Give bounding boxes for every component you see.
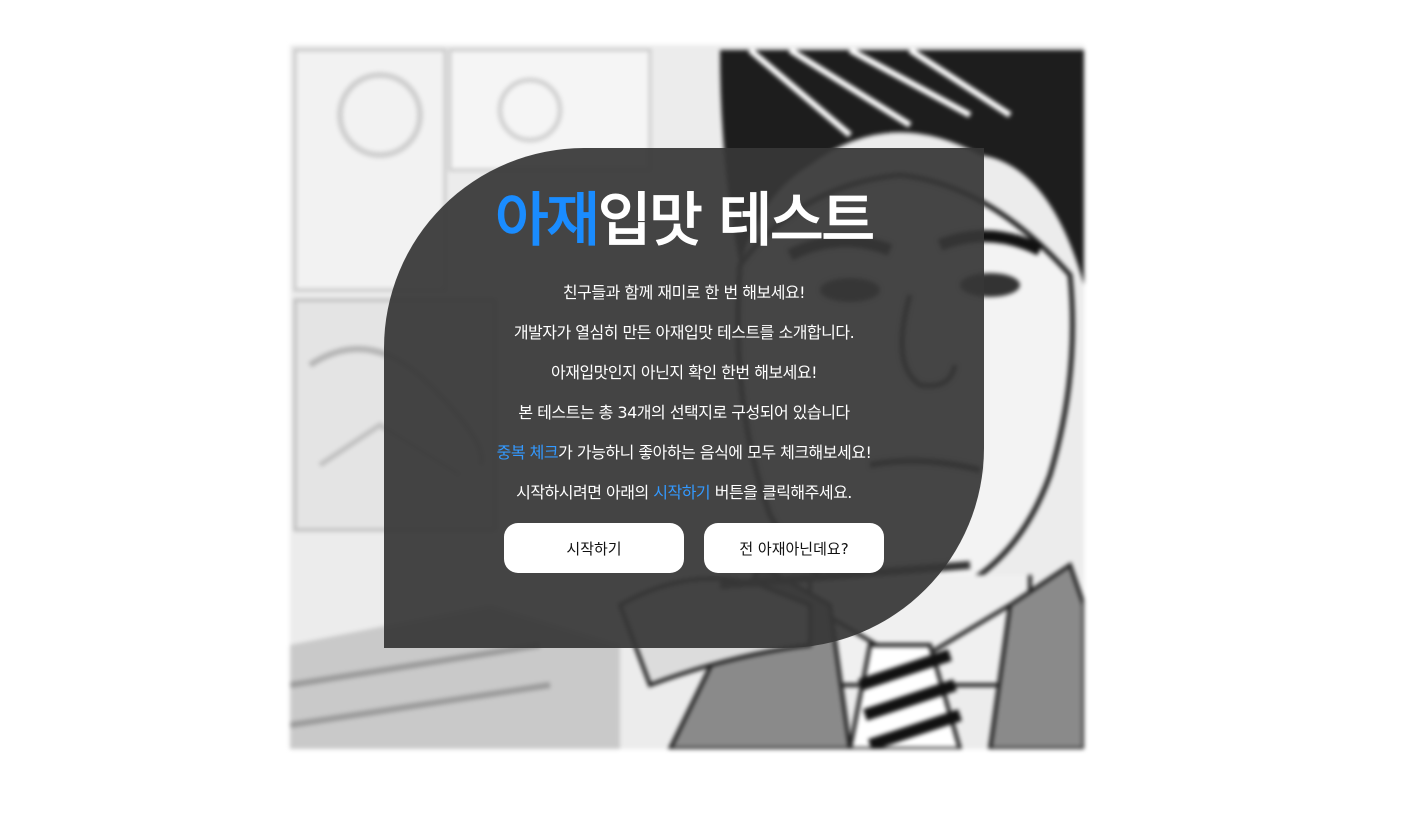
highlight-text: 중복 체크	[496, 443, 559, 462]
intro-line: 시작하시려면 아래의 시작하기 버튼을 클릭해주세요.	[384, 478, 984, 518]
line-text: 아재입맛인지 아닌지 확인 한번 해보세요!	[551, 363, 818, 382]
button-row: 시작하기 전 아재아닌데요?	[504, 523, 884, 573]
title-rest: 입맛 테스트	[597, 186, 875, 254]
line-text: 친구들과 함께 재미로 한 번 해보세요!	[562, 283, 806, 302]
intro-line: 중복 체크가 가능하니 좋아하는 음식에 모두 체크해보세요!	[384, 438, 984, 478]
not-ajae-button[interactable]: 전 아재아닌데요?	[704, 523, 884, 573]
line-text: 버튼을 클릭해주세요.	[710, 483, 853, 502]
line-text: 본 테스트는 총 34개의 선택지로 구성되어 있습니다	[518, 403, 850, 422]
intro-line: 아재입맛인지 아닌지 확인 한번 해보세요!	[384, 358, 984, 398]
line-text: 가 가능하니 좋아하는 음식에 모두 체크해보세요!	[558, 443, 872, 462]
title-accent: 아재	[495, 186, 600, 254]
intro-text: 친구들과 함께 재미로 한 번 해보세요! 개발자가 열심히 만든 아재입맛 테스…	[384, 278, 984, 518]
page-title: 아재입맛 테스트	[384, 182, 984, 258]
intro-line: 개발자가 열심히 만든 아재입맛 테스트를 소개합니다.	[384, 318, 984, 358]
line-text: 개발자가 열심히 만든 아재입맛 테스트를 소개합니다.	[513, 323, 855, 342]
intro-line: 친구들과 함께 재미로 한 번 해보세요!	[384, 278, 984, 318]
line-text: 시작하시려면 아래의	[516, 483, 654, 502]
intro-card: 아재입맛 테스트 친구들과 함께 재미로 한 번 해보세요! 개발자가 열심히 만…	[384, 148, 984, 648]
intro-line: 본 테스트는 총 34개의 선택지로 구성되어 있습니다	[384, 398, 984, 438]
highlight-text: 시작하기	[653, 483, 711, 502]
start-button[interactable]: 시작하기	[504, 523, 684, 573]
